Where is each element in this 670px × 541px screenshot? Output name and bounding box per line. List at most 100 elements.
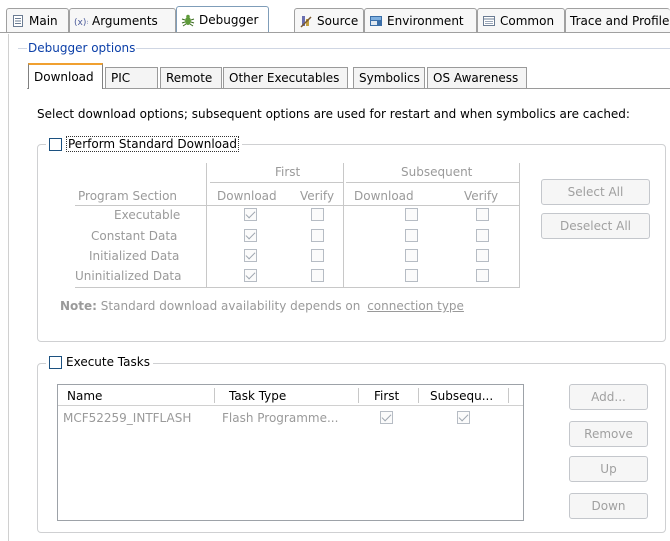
tab-trace-and-profile[interactable]: Trace and Profile: [565, 8, 670, 32]
tab-symbolics-label: Symbolics: [359, 71, 420, 85]
tab-download[interactable]: Download: [28, 63, 103, 89]
initialized-data-first-download-checkbox[interactable]: [244, 249, 257, 262]
perform-standard-download-label: Perform Standard Download: [66, 136, 239, 152]
header-divider: [418, 388, 419, 403]
table-row[interactable]: MCF52259_INTFLASH Flash Programme...: [58, 407, 523, 427]
svg-text:(x)=: (x)=: [74, 18, 88, 28]
header-subsequent: Subsequent: [401, 165, 473, 179]
tab-bar-divider: [0, 32, 670, 33]
panel-left-border: [8, 34, 9, 541]
executable-sub-download-checkbox[interactable]: [405, 208, 418, 221]
uninitialized-data-first-download-checkbox[interactable]: [244, 269, 257, 282]
column-divider: [519, 163, 520, 288]
select-all-button[interactable]: Select All: [541, 179, 650, 205]
tab-symbolics[interactable]: Symbolics: [353, 67, 425, 88]
environment-icon: [369, 14, 383, 28]
col-name[interactable]: Name: [67, 389, 102, 403]
tab-arguments-label: Arguments: [92, 13, 158, 28]
uninitialized-data-sub-download-checkbox[interactable]: [405, 269, 418, 282]
task-subsequent-checkbox[interactable]: [457, 411, 470, 424]
executable-first-verify-checkbox[interactable]: [311, 208, 324, 221]
uninitialized-data-sub-verify-checkbox[interactable]: [476, 269, 489, 282]
tab-debugger-label: Debugger: [199, 13, 259, 27]
tab-common[interactable]: Common: [477, 8, 565, 32]
col-first-download: Download: [217, 189, 277, 203]
execute-tasks-checkbox[interactable]: [49, 355, 62, 369]
column-header-rule: [75, 205, 520, 206]
subsequent-header-rule: [346, 182, 520, 183]
tab-other-executables-label: Other Executables: [229, 71, 340, 85]
tab-common-label: Common: [500, 13, 555, 28]
common-icon: [482, 14, 496, 28]
tab-environment-label: Environment: [387, 13, 464, 28]
tab-source[interactable]: Source: [294, 8, 364, 32]
note-label: Note:: [60, 299, 97, 313]
tab-environment[interactable]: Environment: [364, 8, 477, 32]
perform-standard-download-toggle[interactable]: Perform Standard Download: [46, 136, 242, 152]
initialized-data-sub-verify-checkbox[interactable]: [476, 249, 489, 262]
col-task-type[interactable]: Task Type: [229, 389, 286, 403]
tab-pic-label: PIC: [111, 71, 131, 85]
uninitialized-data-first-verify-checkbox[interactable]: [311, 269, 324, 282]
row-uninitialized-data-label: Uninitialized Data: [75, 269, 182, 283]
header-divider: [508, 388, 509, 403]
tab-os-awareness[interactable]: OS Awareness: [427, 67, 527, 88]
bug-icon: [181, 13, 195, 27]
executable-sub-verify-checkbox[interactable]: [476, 208, 489, 221]
constant-data-first-verify-checkbox[interactable]: [311, 229, 324, 242]
task-name: MCF52259_INTFLASH: [63, 411, 192, 425]
tab-pic[interactable]: PIC: [105, 67, 158, 88]
download-description: Select download options; subsequent opti…: [37, 107, 630, 121]
tab-trace-and-profile-label: Trace and Profile: [570, 13, 670, 28]
column-divider: [206, 163, 207, 288]
col-subsequent[interactable]: Subsequ...: [430, 389, 493, 403]
executable-first-download-checkbox[interactable]: [244, 208, 257, 221]
tab-main-label: Main: [29, 13, 58, 28]
debugger-options-title: Debugger options: [27, 41, 137, 55]
table-bottom-rule: [75, 287, 520, 288]
move-down-button[interactable]: Down: [569, 493, 648, 519]
header-divider: [214, 388, 215, 403]
arguments-icon: (x)=: [74, 14, 94, 28]
connection-type-link[interactable]: connection type: [367, 299, 464, 313]
deselect-all-button[interactable]: Deselect All: [541, 213, 650, 239]
source-icon: [299, 14, 313, 28]
tasks-table-header: Name Task Type First Subsequ...: [58, 385, 523, 406]
tab-os-awareness-label: OS Awareness: [433, 71, 519, 85]
col-sub-verify: Verify: [464, 189, 499, 203]
move-up-button[interactable]: Up: [569, 456, 648, 482]
tab-main[interactable]: Main: [6, 8, 69, 32]
inner-tab-divider: [27, 88, 670, 89]
initialized-data-sub-download-checkbox[interactable]: [405, 249, 418, 262]
initialized-data-first-verify-checkbox[interactable]: [311, 249, 324, 262]
header-divider: [358, 388, 359, 403]
row-executable-label: Executable: [114, 208, 181, 222]
execute-tasks-label: Execute Tasks: [66, 355, 150, 369]
note-text: Standard download availability depends o…: [100, 299, 361, 313]
tab-source-label: Source: [317, 13, 359, 28]
col-first[interactable]: First: [374, 389, 399, 403]
remove-task-button[interactable]: Remove: [569, 421, 648, 447]
execute-tasks-toggle[interactable]: Execute Tasks: [46, 355, 153, 369]
task-type: Flash Programme...: [222, 411, 339, 425]
row-initialized-data-label: Initialized Data: [89, 249, 180, 263]
tab-download-label: Download: [34, 70, 94, 84]
constant-data-sub-download-checkbox[interactable]: [405, 229, 418, 242]
constant-data-sub-verify-checkbox[interactable]: [476, 229, 489, 242]
add-task-button[interactable]: Add...: [569, 384, 648, 410]
download-note: Note: Standard download availability dep…: [60, 299, 464, 313]
col-first-verify: Verify: [300, 189, 335, 203]
col-program-section: Program Section: [78, 189, 178, 203]
tab-debugger[interactable]: Debugger: [176, 6, 269, 33]
tab-arguments[interactable]: (x)= Arguments: [69, 8, 176, 32]
first-header-rule: [210, 182, 343, 183]
task-first-checkbox[interactable]: [380, 411, 393, 424]
tab-other-executables[interactable]: Other Executables: [223, 67, 348, 88]
tab-remote-label: Remote: [166, 71, 213, 85]
header-first: First: [275, 165, 301, 179]
tab-remote[interactable]: Remote: [160, 67, 222, 88]
perform-standard-download-checkbox[interactable]: [49, 137, 62, 151]
tasks-table: Name Task Type First Subsequ... MCF52259…: [57, 384, 524, 521]
col-sub-download: Download: [354, 189, 414, 203]
constant-data-first-download-checkbox[interactable]: [244, 229, 257, 242]
